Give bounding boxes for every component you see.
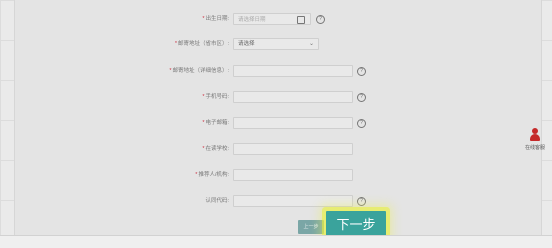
form-row-referrer: *推荐人/机构: [0,168,552,182]
email-label: *电子邮箱: [202,120,229,126]
phone-label: *手机号码: [202,94,229,100]
address-region-label: *邮寄地址（省市区）: [174,41,229,47]
form-row-address-detail: *邮寄地址（详细信息）: ? [0,64,552,78]
form-row-phone: *手机号码: ? [0,90,552,104]
calendar-icon[interactable] [297,16,305,24]
help-icon[interactable]: ? [357,197,366,206]
bottom-bar [0,235,552,248]
email-input[interactable] [233,117,353,129]
address-detail-label: *邮寄地址（详细信息）: [169,68,229,74]
birth-date-label: *出生日期: [202,16,229,22]
school-input[interactable] [233,143,353,155]
form-row-email: *电子邮箱: ? [0,116,552,130]
form-row-address-region: *邮寄地址（省市区）: 请选择 ⌄ [0,37,552,51]
help-icon[interactable]: ? [316,15,325,24]
online-service-widget[interactable]: 在线客服 [520,128,550,151]
form-row-school: *在读学校: [0,142,552,156]
sync-code-label: 认同代码: [205,198,229,204]
help-icon[interactable]: ? [357,67,366,76]
referrer-label: *推荐人/机构: [195,172,229,178]
address-region-select[interactable]: 请选择 ⌄ [233,38,319,50]
birth-date-input[interactable]: 请选择日期 [233,13,311,25]
customer-service-icon [529,128,541,142]
address-detail-input[interactable] [233,65,353,77]
phone-input[interactable] [233,91,353,103]
chevron-down-icon: ⌄ [308,41,314,47]
prev-step-button[interactable]: 上一步 [298,220,324,234]
online-service-label: 在线客服 [524,145,545,151]
form-row-sync-code: 认同代码: ? [0,194,552,208]
school-label: *在读学校: [202,146,229,152]
help-icon[interactable]: ? [357,93,366,102]
help-icon[interactable]: ? [357,119,366,128]
sync-code-input[interactable] [233,195,353,207]
referrer-input[interactable] [233,169,353,181]
form-row-birth-date: *出生日期: 请选择日期 ? [0,12,552,26]
